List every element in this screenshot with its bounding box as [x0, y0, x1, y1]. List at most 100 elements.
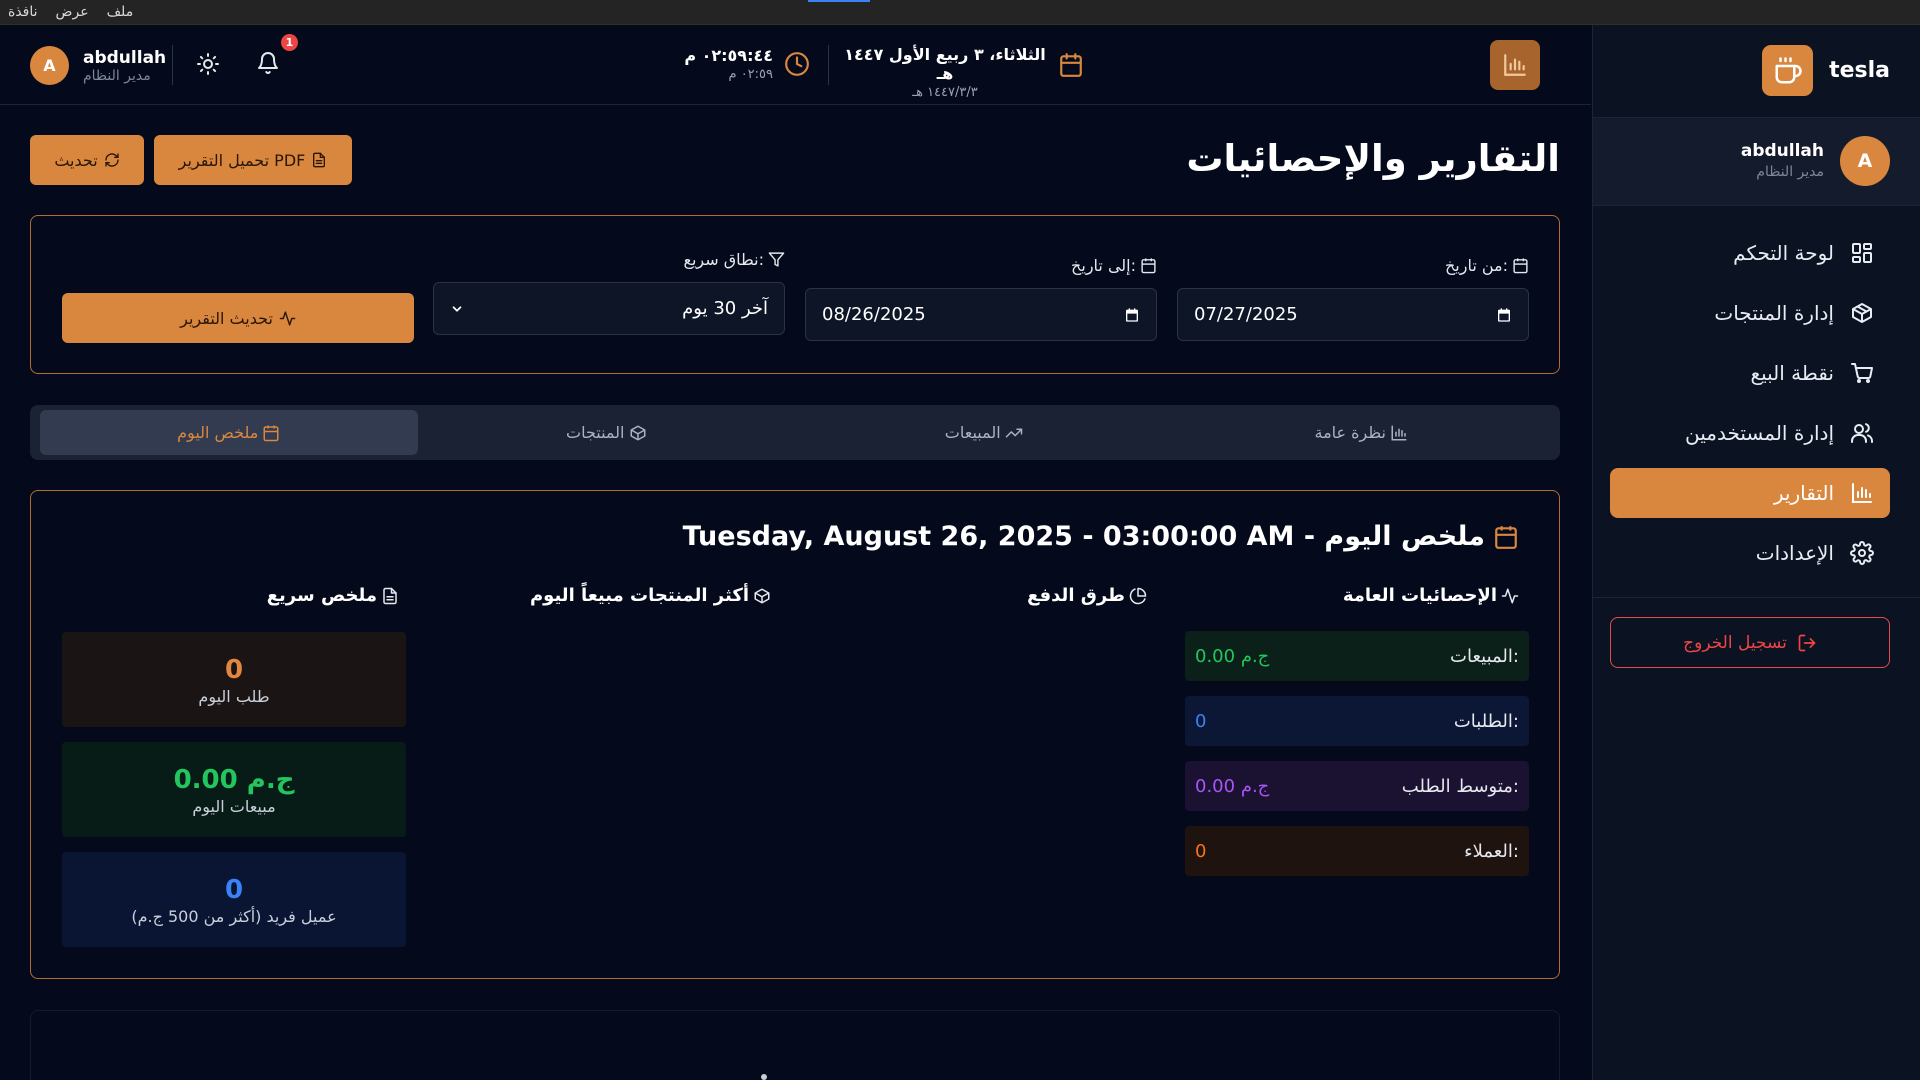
- calendar-icon: [1058, 52, 1084, 78]
- tab-label: نظرة عامة: [1314, 423, 1386, 442]
- divider: [828, 45, 829, 85]
- user-role: مدير النظام: [83, 67, 151, 84]
- quick-value: 0: [224, 875, 244, 905]
- header-user[interactable]: A abdullah مدير النظام: [30, 46, 166, 85]
- quick-range-select[interactable]: آخر 30 يوم: [433, 282, 785, 335]
- stat-value: 0: [1195, 840, 1207, 862]
- activity-icon: [1501, 587, 1519, 605]
- sidebar-item-products[interactable]: إدارة المنتجات: [1610, 288, 1890, 338]
- sidebar-item-label: إدارة المنتجات: [1714, 301, 1834, 325]
- tab-today-summary[interactable]: ملخص اليوم: [40, 410, 418, 455]
- quick-caption: طلب اليوم: [198, 687, 270, 706]
- quick-today-sales: 0.00 ج.م مبيعات اليوم: [62, 742, 406, 837]
- sidebar-item-users[interactable]: إدارة المستخدمين: [1610, 408, 1890, 458]
- loading-indicator: [808, 0, 870, 2]
- menu-view[interactable]: عرض: [56, 4, 89, 20]
- stat-label: متوسط الطلب:: [1401, 775, 1519, 797]
- stat-label: العملاء:: [1464, 840, 1519, 862]
- time-main: ٠٢:٥٩:٤٤ م: [684, 46, 773, 65]
- sidebar-item-label: التقارير: [1773, 481, 1834, 505]
- tab-products[interactable]: المنتجات: [418, 410, 796, 455]
- menu-items: ملف عرض نافذة: [8, 4, 133, 20]
- stat-value: 0.00 ج.م: [1195, 645, 1270, 667]
- divider: [1593, 597, 1920, 598]
- trend-icon: [1005, 424, 1023, 442]
- divider: [1593, 205, 1920, 206]
- quick-range-label: نطاق سريع:: [683, 250, 785, 269]
- tab-label: المنتجات: [566, 423, 625, 442]
- summary-title-text: ملخص اليوم - Tuesday, August 26, 2025 - …: [682, 521, 1485, 552]
- general-stats-title: الإحصائيات العامة: [1343, 585, 1519, 606]
- quick-summary-title-text: ملخص سريع: [266, 585, 377, 606]
- from-date-label: من تاريخ:: [1445, 256, 1529, 275]
- calendar-icon: [1512, 257, 1529, 274]
- chevron-down-icon: [450, 302, 464, 316]
- payment-methods-title-text: طرق الدفع: [1027, 585, 1125, 606]
- grid-icon: [1850, 241, 1874, 265]
- stat-sales: المبيعات: 0.00 ج.م: [1185, 631, 1529, 681]
- top-header: A abdullah مدير النظام 1 ٠٢:٥٩:٤٤ م ٠٢:٥…: [0, 25, 1591, 105]
- quick-value: 0.00 ج.م: [173, 765, 295, 795]
- bar-chart-icon: [1390, 424, 1408, 442]
- file-icon: [311, 152, 327, 168]
- quick-caption: عميل فريد (أكثر من 500 ج.م): [131, 907, 337, 926]
- refresh-button[interactable]: تحديث: [30, 135, 144, 185]
- quick-today-orders: 0 طلب اليوم: [62, 632, 406, 727]
- gear-icon: [1850, 541, 1874, 565]
- logout-button[interactable]: تسجيل الخروج: [1610, 617, 1890, 668]
- box-icon: [753, 587, 771, 605]
- filter-icon: [768, 251, 785, 268]
- to-date-label: إلى تاريخ:: [1071, 256, 1157, 275]
- from-date-value: 07/27/2025: [1194, 304, 1298, 325]
- app-menubar: ملف عرض نافذة: [0, 0, 1920, 25]
- tab-label: ملخص اليوم: [177, 423, 259, 442]
- sun-icon[interactable]: [196, 52, 220, 76]
- stat-orders: الطلبات: 0: [1185, 696, 1529, 746]
- update-report-button[interactable]: تحديث التقرير: [62, 293, 414, 343]
- sidebar-item-label: إدارة المستخدمين: [1685, 421, 1834, 445]
- coffee-cup-icon: [1762, 45, 1814, 96]
- date-picker-icon[interactable]: [1124, 307, 1140, 323]
- quick-range-label-text: نطاق سريع:: [683, 250, 764, 269]
- to-date-input[interactable]: 08/26/2025: [805, 288, 1157, 341]
- today-summary-card: ملخص اليوم - Tuesday, August 26, 2025 - …: [30, 490, 1560, 979]
- quick-range-value: آخر 30 يوم: [682, 298, 768, 319]
- calendar-icon: [1140, 257, 1157, 274]
- sidebar-item-reports[interactable]: التقارير: [1610, 468, 1890, 518]
- calendar-icon: [1493, 524, 1519, 550]
- summary-title: ملخص اليوم - Tuesday, August 26, 2025 - …: [683, 521, 1519, 552]
- page-title: التقارير والإحصائيات: [1186, 137, 1560, 180]
- from-date-input[interactable]: 07/27/2025: [1177, 288, 1529, 341]
- tab-overview[interactable]: نظرة عامة: [1173, 410, 1551, 455]
- menu-file[interactable]: ملف: [107, 4, 134, 20]
- activity-icon: [279, 310, 296, 327]
- reports-shortcut-button[interactable]: [1490, 40, 1540, 90]
- sidebar-item-pos[interactable]: نقطة البيع: [1610, 348, 1890, 398]
- brand[interactable]: tesla: [1762, 45, 1890, 96]
- bar-chart-icon: [1850, 481, 1874, 505]
- stat-value: 0.00 ج.م: [1195, 775, 1270, 797]
- sidebar-item-dashboard[interactable]: لوحة التحكم: [1610, 228, 1890, 278]
- download-pdf-button[interactable]: تحميل التقرير PDF: [154, 135, 352, 185]
- report-filters: من تاريخ: 07/27/2025 إلى تاريخ: 08/26/20…: [30, 215, 1560, 374]
- box-icon: [629, 424, 647, 442]
- stat-customers: العملاء: 0: [1185, 826, 1529, 876]
- to-date-label-text: إلى تاريخ:: [1071, 256, 1136, 275]
- bar-chart-icon: [1502, 52, 1528, 78]
- tab-sales[interactable]: المبيعات: [795, 410, 1173, 455]
- sidebar-item-settings[interactable]: الإعدادات: [1610, 528, 1890, 578]
- bell-icon[interactable]: [256, 51, 280, 75]
- file-icon: [381, 587, 399, 605]
- logout-label: تسجيل الخروج: [1683, 632, 1787, 653]
- quick-summary-title: ملخص سريع: [267, 585, 399, 606]
- menu-window[interactable]: نافذة: [8, 4, 38, 20]
- date-picker-icon[interactable]: [1496, 307, 1512, 323]
- time-sub: ٠٢:٥٩ م: [728, 67, 774, 82]
- sidebar-item-label: نقطة البيع: [1750, 361, 1834, 385]
- clock-icon: [784, 51, 810, 77]
- cart-icon: [1850, 361, 1874, 385]
- stat-label: المبيعات:: [1450, 645, 1519, 667]
- quick-unique-customers: 0 عميل فريد (أكثر من 500 ج.م): [62, 852, 406, 947]
- date-sub: ١٤٤٧/٣/٣ هـ: [912, 85, 978, 100]
- sidebar-item-label: الإعدادات: [1755, 541, 1834, 565]
